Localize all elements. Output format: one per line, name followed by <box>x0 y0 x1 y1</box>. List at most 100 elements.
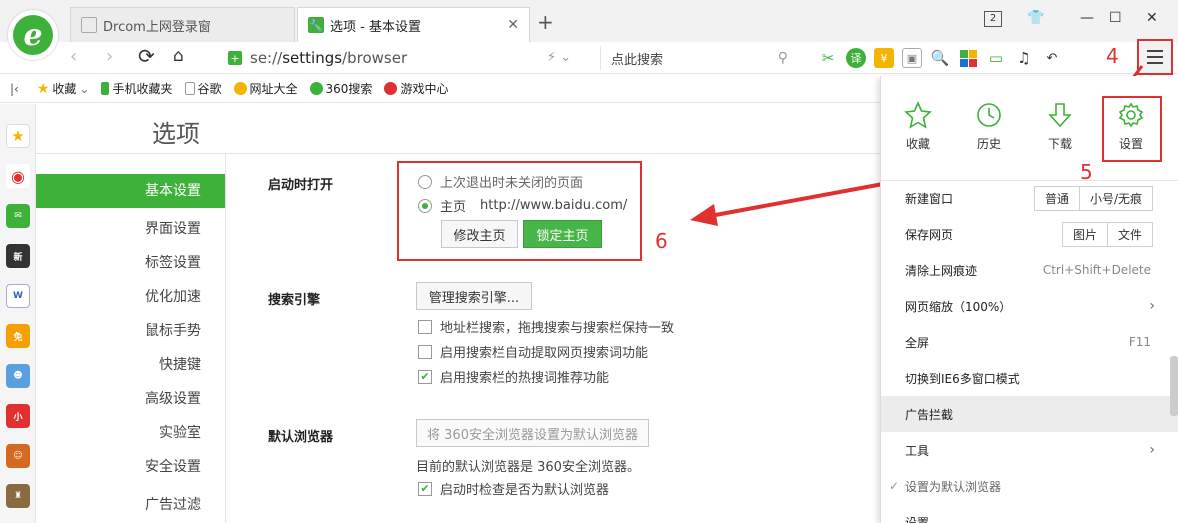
check-icon: ✓ <box>889 479 900 493</box>
game-app-icon[interactable]: ☻ <box>6 364 30 388</box>
mail-icon[interactable]: ✉ <box>6 204 30 228</box>
set-default-browser-button[interactable]: 将 360安全浏览器设置为默认浏览器 <box>416 419 649 447</box>
magnifier-icon[interactable]: 🔍 <box>930 48 950 68</box>
menu-item-label: 网页缩放（100%） <box>905 299 1012 314</box>
bookmark-directory[interactable]: 网址大全 <box>233 80 298 97</box>
favorites-star-icon[interactable]: ★ <box>6 124 30 148</box>
collapse-sidebar-icon[interactable]: |‹ <box>10 82 19 96</box>
bookmark-label: 网址大全 <box>249 82 298 96</box>
search-360-icon <box>309 82 323 95</box>
nav-mouse-gesture[interactable]: 鼠标手势 <box>145 320 201 340</box>
menu-item-label: 清除上网痕迹 <box>905 263 978 278</box>
nav-optimize[interactable]: 优化加速 <box>145 286 201 306</box>
wrench-icon: 🔧 <box>308 17 324 33</box>
menu-item-label: 设置 <box>905 515 930 523</box>
menu-tools[interactable]: 工具 › <box>881 432 1178 468</box>
new-tab-button[interactable]: + <box>537 10 554 34</box>
page-title: 选项 <box>152 120 200 148</box>
undo-icon[interactable]: ↶ <box>1042 48 1062 68</box>
menu-favorites[interactable]: 收藏 <box>893 101 943 152</box>
game2-app-icon[interactable]: ☺ <box>6 444 30 468</box>
menu-adblock[interactable]: 广告拦截 <box>881 396 1178 432</box>
shopping-icon[interactable]: ¥ <box>874 48 894 68</box>
url-suffix: /browser <box>342 49 408 67</box>
maximize-button[interactable]: ☐ <box>1109 10 1122 26</box>
menu-icon-label: 收藏 <box>905 137 930 151</box>
menu-item-label: 切换到IE6多窗口模式 <box>905 371 1020 386</box>
weibo-icon[interactable]: ◉ <box>6 164 30 188</box>
scissors-icon[interactable]: ✂ <box>818 48 838 68</box>
nav-shortcuts[interactable]: 快捷键 <box>159 354 201 374</box>
nav-ui-settings[interactable]: 界面设置 <box>145 218 201 238</box>
forward-button[interactable]: › <box>106 46 113 67</box>
bookmark-games[interactable]: 游戏中心 <box>384 80 448 97</box>
menu-ie6-mode[interactable]: 切换到IE6多窗口模式 <box>881 360 1178 396</box>
bookmark-360search[interactable]: 360搜索 <box>309 80 372 97</box>
star-icon: ★ <box>36 80 50 97</box>
checkbox[interactable] <box>418 319 432 334</box>
main-menu-dropdown: 收藏 历史 下载 设置 新建窗口 普通 小号/无痕 保存网页 图片 文件 清除上… <box>880 76 1178 523</box>
url-prefix: se:// <box>250 49 283 67</box>
xiaohongshu-icon[interactable]: 小 <box>6 404 30 428</box>
bookmark-google[interactable]: 谷歌 <box>184 80 222 97</box>
bookmark-mobile[interactable]: 手机收藏夹 <box>101 80 173 97</box>
search-option-2[interactable]: 启用搜索栏自动提取网页搜索词功能 <box>418 342 648 361</box>
menu-history[interactable]: 历史 <box>964 101 1014 152</box>
word-doc-icon[interactable]: W <box>6 284 30 308</box>
close-tab-icon[interactable]: ✕ <box>507 17 519 33</box>
game3-app-icon[interactable]: ♜ <box>6 484 30 508</box>
menu-scrollbar[interactable] <box>1170 356 1178 416</box>
menu-item-label: 新建窗口 <box>905 191 954 206</box>
nav-basic-settings[interactable]: 基本设置 <box>36 174 225 208</box>
url-field[interactable]: + se://settings/browser <box>228 46 595 70</box>
search-option-1[interactable]: 地址栏搜索，拖拽搜索与搜索栏保持一致 <box>418 317 674 336</box>
close-window-button[interactable]: ✕ <box>1146 10 1158 26</box>
refresh-icon[interactable]: ⟳ <box>138 44 155 68</box>
window-count-badge[interactable]: 2 <box>984 11 1002 27</box>
nav-ad-filter[interactable]: 广告过滤 <box>145 494 201 514</box>
skin-icon[interactable]: 👕 <box>1027 10 1044 26</box>
bookmarks-bar: |‹ ★ 收藏 ⌄ 手机收藏夹 谷歌 网址大全 360搜索 游戏中心 <box>0 75 880 103</box>
battery-icon[interactable]: ▭ <box>986 48 1006 68</box>
bookmark-favorites[interactable]: ★ 收藏 ⌄ <box>37 80 90 97</box>
game-icon <box>384 82 398 95</box>
news-app-icon[interactable]: 新 <box>6 244 30 268</box>
menu-set-default[interactable]: ✓ 设置为默认浏览器 <box>881 468 1178 504</box>
tab-settings[interactable]: 🔧 选项 - 基本设置 ✕ <box>297 7 530 42</box>
startup-label: 启动时打开 <box>268 178 334 193</box>
save-as-file[interactable]: 文件 <box>1107 222 1152 246</box>
menu-zoom[interactable]: 网页缩放（100%） › <box>881 288 1178 324</box>
search-option-3[interactable]: ✔ 启用搜索栏的热搜词推荐功能 <box>418 367 609 386</box>
side-app-strip: ★ ◉ ✉ 新 W 免 ☻ 小 ☺ ♜ <box>0 104 36 523</box>
home-icon[interactable]: ⌂ <box>173 46 184 66</box>
search-icon[interactable]: ⚲ <box>778 50 788 66</box>
nav-security[interactable]: 安全设置 <box>145 456 201 476</box>
tab-drcom[interactable]: Drcom上网登录窗 <box>70 7 295 42</box>
save-page-options: 图片 文件 <box>1061 221 1153 247</box>
new-window-normal[interactable]: 普通 <box>1034 186 1080 210</box>
menu-settings-item[interactable]: 设置 <box>881 504 1178 523</box>
apps-icon[interactable] <box>958 48 978 68</box>
manage-search-engines-button[interactable]: 管理搜索引擎... <box>416 282 532 310</box>
checkbox-checked[interactable]: ✔ <box>418 369 432 384</box>
search-input[interactable]: 点此搜索 ⚲ <box>600 46 800 70</box>
menu-item-label: 全屏 <box>905 335 930 350</box>
translate-icon[interactable]: 译 <box>846 48 866 68</box>
nav-lab[interactable]: 实验室 <box>159 422 201 442</box>
speed-mode-icon[interactable]: ⚡ ⌄ <box>547 50 571 65</box>
save-as-image[interactable]: 图片 <box>1062 222 1108 246</box>
checkbox[interactable] <box>418 344 432 359</box>
back-button[interactable]: ‹ <box>70 46 77 67</box>
headphone-icon[interactable]: ♫ <box>1014 48 1034 68</box>
nav-tab-settings[interactable]: 标签设置 <box>145 252 201 272</box>
menu-fullscreen[interactable]: 全屏 F11 <box>881 324 1178 360</box>
novel-app-icon[interactable]: 免 <box>6 324 30 348</box>
image-icon[interactable]: ▣ <box>902 48 922 68</box>
minimize-button[interactable]: — <box>1080 10 1094 26</box>
new-window-incognito[interactable]: 小号/无痕 <box>1079 186 1152 210</box>
menu-downloads[interactable]: 下载 <box>1035 101 1085 152</box>
menu-clear-history[interactable]: 清除上网痕迹 Ctrl+Shift+Delete <box>881 252 1178 288</box>
check-default-option[interactable]: ✔ 启动时检查是否为默认浏览器 <box>418 479 609 498</box>
nav-advanced[interactable]: 高级设置 <box>145 388 201 408</box>
checkbox-checked[interactable]: ✔ <box>418 481 432 496</box>
